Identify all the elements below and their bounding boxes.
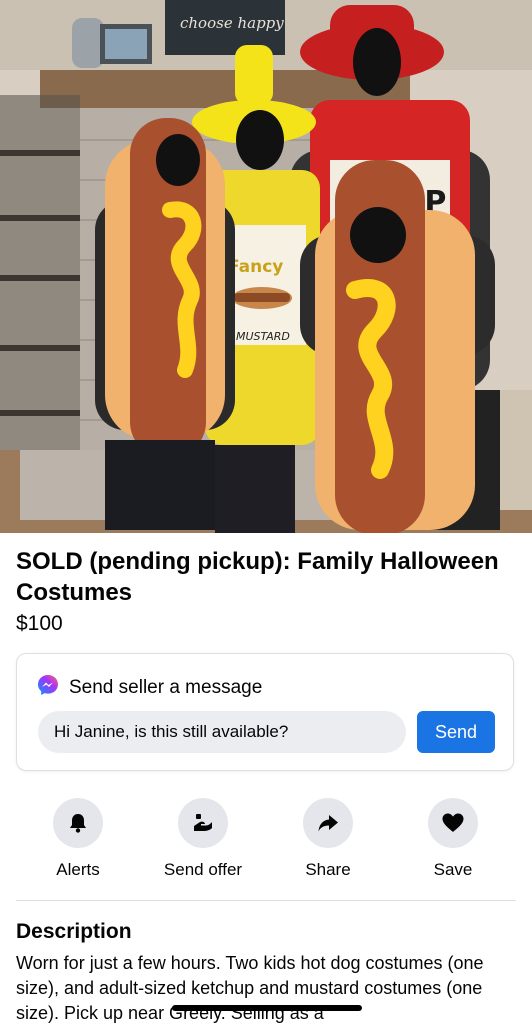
sign-text: choose happy [180, 14, 284, 32]
messenger-icon [37, 674, 59, 701]
message-header: Send seller a message [37, 674, 262, 701]
message-seller-card: Send seller a message Send [16, 653, 514, 771]
section-divider [16, 900, 516, 901]
share-arrow-icon [318, 815, 338, 832]
share-button[interactable]: Share [273, 798, 383, 880]
message-heading: Send seller a message [69, 676, 263, 698]
save-button[interactable]: Save [398, 798, 508, 880]
send-offer-button[interactable]: Send offer [148, 798, 258, 880]
send-button[interactable]: Send [417, 711, 495, 753]
listing-price: $100 [16, 612, 63, 635]
message-input[interactable] [38, 711, 406, 753]
save-label: Save [433, 860, 473, 879]
alerts-circle[interactable] [53, 798, 103, 848]
listing-title: SOLD (pending pickup): Family Halloween … [16, 548, 499, 606]
costume-photo-image: choose happy UP Fancy MUST [0, 0, 532, 533]
send-offer-circle[interactable] [178, 798, 228, 848]
description-heading: Description [16, 920, 132, 943]
listing-photo[interactable]: choose happy UP Fancy MUST [0, 0, 532, 533]
share-circle[interactable] [303, 798, 353, 848]
mustard-label-bottom: MUSTARD [236, 330, 290, 343]
home-indicator [172, 1005, 362, 1011]
alerts-button[interactable]: Alerts [23, 798, 133, 880]
save-circle[interactable] [428, 798, 478, 848]
send-offer-label: Send offer [163, 860, 243, 879]
heart-icon [442, 813, 464, 832]
alerts-label: Alerts [56, 860, 100, 879]
mustard-label-top: Fancy [228, 257, 283, 277]
bell-icon [70, 814, 86, 833]
description-text: Worn for just a few hours. Two kids hot … [16, 953, 484, 1023]
share-label: Share [305, 860, 351, 879]
action-buttons-row: Alerts Send offer Share Save [0, 798, 532, 888]
offer-icon [194, 814, 212, 831]
